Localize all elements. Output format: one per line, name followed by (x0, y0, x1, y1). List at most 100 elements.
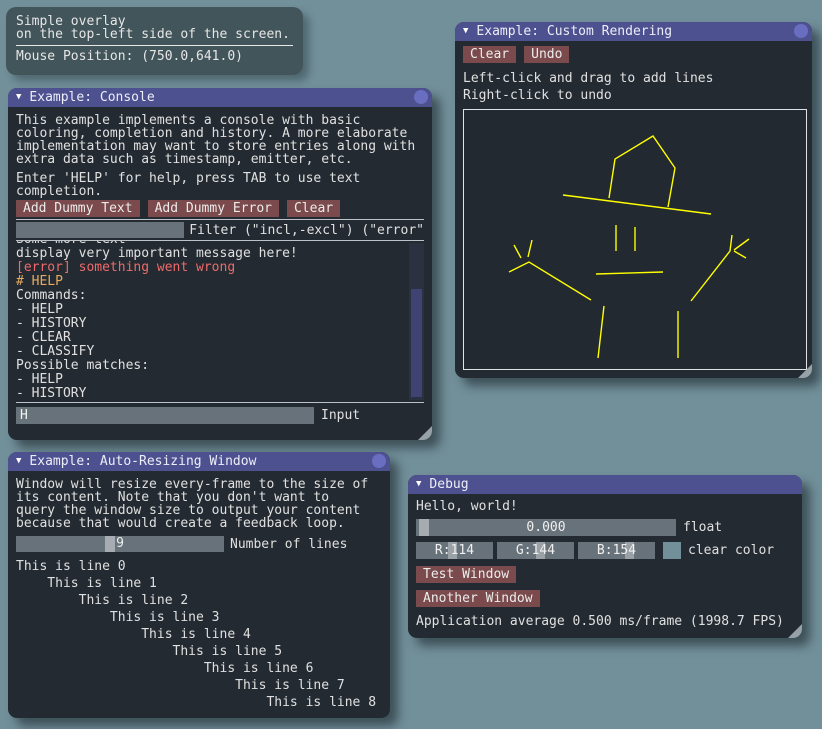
clear-button[interactable]: Clear (287, 200, 340, 217)
console-log-lines: Some more textdisplay very important mes… (16, 241, 424, 401)
console-log[interactable]: Some more textdisplay very important mes… (16, 241, 424, 402)
input-label: Input (321, 408, 360, 423)
console-help: Enter 'HELP' for help, press TAB to use … (16, 172, 424, 198)
number-of-lines-label: Number of lines (230, 537, 347, 552)
color-drag-field[interactable]: R:114 (416, 542, 493, 559)
separator (16, 402, 424, 403)
drawn-line (528, 240, 532, 257)
overlay-line2: on the top-left side of the screen. (16, 28, 293, 41)
canvas-undo-button[interactable]: Undo (524, 46, 569, 63)
demo-line: This is line 0 (16, 558, 382, 575)
scrollbar[interactable] (409, 243, 424, 400)
collapse-arrow-icon[interactable]: ▼ (16, 452, 21, 471)
float-label: float (683, 520, 722, 535)
add-dummy-error-button[interactable]: Add Dummy Error (148, 200, 279, 217)
simple-overlay: Simple overlay on the top-left side of t… (6, 7, 303, 75)
drawn-line (563, 195, 711, 214)
drawn-line (734, 251, 746, 258)
filter-label: Filter ("incl,-excl") ("error" (189, 223, 424, 238)
demo-line: This is line 4 (16, 626, 382, 643)
log-line: - HISTORY (16, 387, 424, 401)
console-command-input[interactable]: H (16, 407, 314, 424)
demo-line: This is line 6 (16, 660, 382, 677)
fps-stats: Application average 0.500 ms/frame (1998… (416, 615, 794, 628)
drawn-line (691, 235, 732, 301)
auto-resizing-window: ▼ Example: Auto-Resizing Window Window w… (8, 452, 390, 718)
drawn-line (598, 306, 604, 358)
slider-value: 9 (16, 536, 224, 552)
canvas-hint1: Left-click and drag to add lines (463, 72, 804, 85)
add-dummy-text-button[interactable]: Add Dummy Text (16, 200, 140, 217)
clear-color-swatch[interactable] (663, 542, 681, 559)
auto-resize-paragraph: Window will resize every-frame to the si… (16, 478, 382, 530)
demo-line: This is line 3 (16, 609, 382, 626)
demo-line: This is line 5 (16, 643, 382, 660)
demo-line: This is line 1 (16, 575, 382, 592)
demo-line: This is line 7 (16, 677, 382, 694)
another-window-button[interactable]: Another Window (416, 590, 540, 607)
auto-resizing-titlebar[interactable]: ▼ Example: Auto-Resizing Window (8, 452, 390, 471)
clear-color-label: clear color (688, 543, 774, 558)
para-line: because that would create a feedback loo… (16, 517, 382, 530)
mouse-position: Mouse Position: (750.0,641.0) (16, 50, 293, 63)
demo-line: This is line 8 (16, 694, 382, 711)
canvas-clear-button[interactable]: Clear (463, 46, 516, 63)
close-button[interactable] (794, 24, 808, 38)
resize-grip[interactable] (798, 364, 812, 378)
console-title: Example: Console (29, 90, 154, 105)
collapse-arrow-icon[interactable]: ▼ (416, 475, 421, 494)
log-line: - HELP (16, 303, 424, 317)
color-drag-field[interactable]: G:144 (497, 542, 574, 559)
log-line: # HELP (16, 275, 424, 289)
log-line: Commands: (16, 289, 424, 303)
debug-window: ▼ Debug Hello, world! 0.000 float R:114G… (408, 475, 802, 638)
drawn-line (514, 245, 521, 258)
scrollbar-thumb[interactable] (411, 289, 422, 397)
separator (16, 219, 424, 220)
log-line: - CLEAR (16, 331, 424, 345)
help-line: completion. (16, 185, 424, 198)
drawn-line (734, 239, 749, 250)
filter-input[interactable] (16, 222, 184, 238)
overlay-separator (16, 45, 293, 46)
drawn-line (596, 272, 663, 274)
log-line: [error] something went wrong (16, 261, 424, 275)
debug-title: Debug (429, 477, 468, 492)
custom-rendering-title: Example: Custom Rendering (476, 24, 672, 39)
console-window: ▼ Example: Console This example implemen… (8, 88, 432, 440)
console-intro: This example implements a console with b… (16, 114, 424, 166)
collapse-arrow-icon[interactable]: ▼ (463, 22, 468, 41)
resize-grip[interactable] (418, 426, 432, 440)
stick-figure-drawing (464, 110, 806, 369)
intro-line: extra data such as timestamp, emitter, e… (16, 153, 424, 166)
log-line: Possible matches: (16, 359, 424, 373)
drag-label: R:114 (416, 542, 493, 559)
float-slider[interactable]: 0.000 (416, 519, 676, 536)
demo-line: This is line 2 (16, 592, 382, 609)
custom-rendering-window: ▼ Example: Custom Rendering Clear Undo L… (455, 22, 812, 378)
test-window-button[interactable]: Test Window (416, 566, 516, 583)
close-button[interactable] (414, 90, 428, 104)
float-value: 0.000 (416, 519, 676, 536)
number-of-lines-slider[interactable]: 9 (16, 536, 224, 552)
auto-resize-lines: This is line 0 This is line 1 This is li… (16, 558, 382, 711)
resize-grip[interactable] (788, 624, 802, 638)
debug-titlebar[interactable]: ▼ Debug (408, 475, 802, 494)
custom-rendering-titlebar[interactable]: ▼ Example: Custom Rendering (455, 22, 812, 41)
close-button[interactable] (372, 454, 386, 468)
hello-world-text: Hello, world! (416, 500, 794, 513)
log-line: - HISTORY (16, 317, 424, 331)
auto-resizing-title: Example: Auto-Resizing Window (29, 454, 256, 469)
log-line: display very important message here! (16, 247, 424, 261)
canvas-hint2: Right-click to undo (463, 89, 804, 102)
color-drag-field[interactable]: B:154 (578, 542, 655, 559)
drawing-canvas[interactable] (463, 109, 807, 370)
collapse-arrow-icon[interactable]: ▼ (16, 88, 21, 107)
drag-label: B:154 (578, 542, 655, 559)
log-line: - CLASSIFY (16, 345, 424, 359)
console-titlebar[interactable]: ▼ Example: Console (8, 88, 432, 107)
drag-label: G:144 (497, 542, 574, 559)
clear-color-rgb-fields: R:114G:144B:154 (416, 542, 655, 559)
drawn-line (509, 262, 591, 300)
drawn-line (609, 136, 675, 207)
